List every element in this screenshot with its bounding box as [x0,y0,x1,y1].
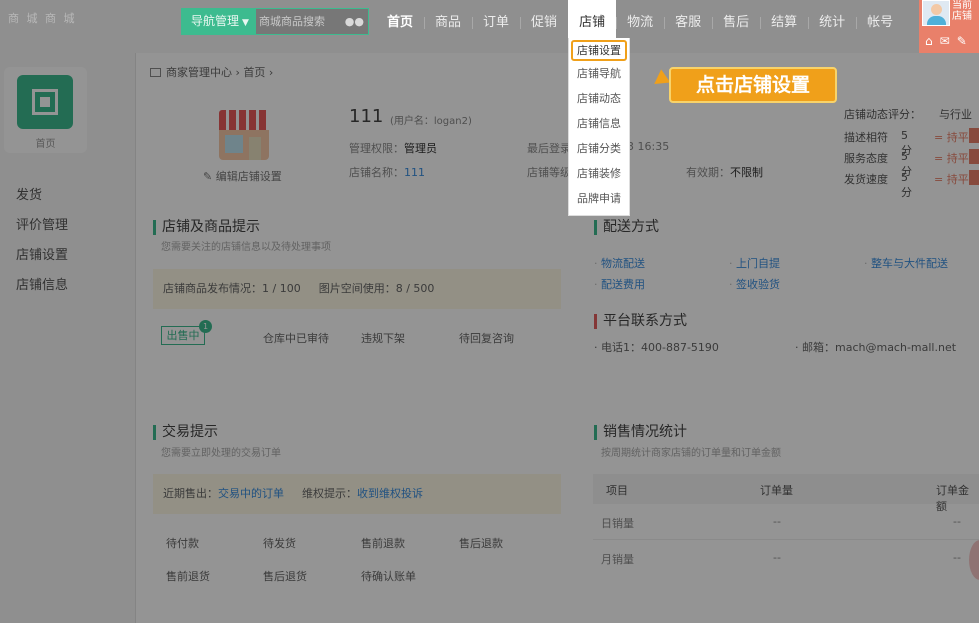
mail-icon[interactable]: ✉ [940,34,950,48]
nav-orders[interactable]: 订单 [472,0,520,46]
nav-promotion[interactable]: 促销 [520,0,568,46]
store-dropdown-menu: 店铺设置 店铺导航 店铺动态 店铺信息 店铺分类 店铺装修 品牌申请 [568,38,630,216]
dropdown-brand-apply[interactable]: 品牌申请 [569,186,629,211]
site-logo[interactable]: 商 城 商 城 [8,10,77,26]
search-placeholder: 商城商品搜索 [259,15,325,28]
tutorial-overlay [0,53,979,623]
tutorial-callout: 点击店铺设置 [669,67,837,103]
nav-service[interactable]: 客服 [664,0,712,46]
nav-home[interactable]: 首页 [376,0,424,46]
dropdown-store-news[interactable]: 店铺动态 [569,86,629,111]
binoculars-search-icon[interactable]: ●● [345,9,364,34]
user-panel: 当前 店铺 ⌂ ✉ ✎ [919,0,979,53]
nav-aftersale[interactable]: 售后 [712,0,760,46]
user-icons: ⌂ ✉ ✎ [925,34,967,48]
home-icon[interactable]: ⌂ [925,34,933,48]
nav-management-label: 导航管理 [191,14,240,28]
wrench-icon[interactable]: ✎ [957,34,967,48]
dropdown-store-category[interactable]: 店铺分类 [569,136,629,161]
user-name: 当前 店铺 [952,0,972,22]
search-input[interactable]: 商城商品搜索 ●● [255,8,369,35]
dropdown-store-nav[interactable]: 店铺导航 [569,61,629,86]
top-bar: 商 城 商 城 导航管理 ▼ 商城商品搜索 ●● 首页 商品 订单 促销 店铺 物… [0,0,979,53]
nav-settlement[interactable]: 结算 [760,0,808,46]
avatar[interactable] [922,0,950,26]
main-nav: 首页 商品 订单 促销 店铺 物流 客服 售后 结算 统计 帐号 [376,0,904,46]
nav-statistics[interactable]: 统计 [808,0,856,46]
nav-goods[interactable]: 商品 [424,0,472,46]
dropdown-store-settings[interactable]: 店铺设置 [571,40,627,61]
dropdown-store-decor[interactable]: 店铺装修 [569,161,629,186]
nav-account[interactable]: 帐号 [856,0,904,46]
nav-management-button[interactable]: 导航管理 ▼ [181,8,255,35]
chevron-down-icon: ▼ [242,18,249,28]
dropdown-store-info[interactable]: 店铺信息 [569,111,629,136]
